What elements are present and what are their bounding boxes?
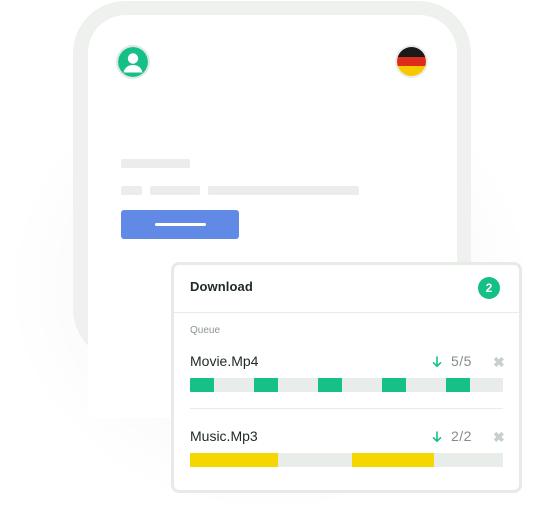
placeholder-text — [208, 186, 359, 195]
progress-segment — [190, 453, 278, 467]
germany-flag-icon[interactable] — [395, 45, 428, 78]
progress-segment — [382, 378, 406, 392]
download-progress: 5/5 — [451, 353, 472, 369]
download-progress: 2/2 — [451, 428, 472, 444]
panel-title: Download — [190, 279, 253, 294]
close-icon[interactable]: ✖ — [493, 355, 505, 369]
progress-bar — [190, 378, 503, 392]
flag-stripe-gold — [397, 66, 426, 76]
download-arrow-icon — [432, 431, 442, 443]
user-avatar-icon-graphic — [118, 47, 148, 77]
progress-segment — [254, 378, 278, 392]
flag-stripe-red — [397, 56, 426, 67]
placeholder-text — [121, 186, 142, 195]
button-label-placeholder — [155, 223, 206, 226]
divider — [174, 312, 519, 313]
progress-segment — [318, 378, 342, 392]
download-item-name: Music.Mp3 — [190, 428, 258, 444]
placeholder-text — [150, 186, 200, 195]
download-arrow-icon — [432, 356, 442, 368]
flag-stripe-black — [397, 47, 426, 57]
count-badge: 2 — [478, 277, 500, 299]
divider — [190, 408, 503, 409]
progress-segment — [190, 378, 214, 392]
progress-bar — [190, 453, 503, 467]
close-icon[interactable]: ✖ — [493, 430, 505, 444]
progress-segment — [352, 453, 434, 467]
user-avatar-icon[interactable] — [116, 45, 150, 79]
primary-button[interactable] — [121, 210, 239, 239]
download-item-name: Movie.Mp4 — [190, 353, 259, 369]
progress-segment — [446, 378, 470, 392]
download-panel: Download 2 Queue Movie.Mp4 5/5 ✖ Music.M… — [171, 262, 522, 493]
placeholder-heading — [121, 159, 190, 168]
queue-label: Queue — [190, 325, 221, 336]
